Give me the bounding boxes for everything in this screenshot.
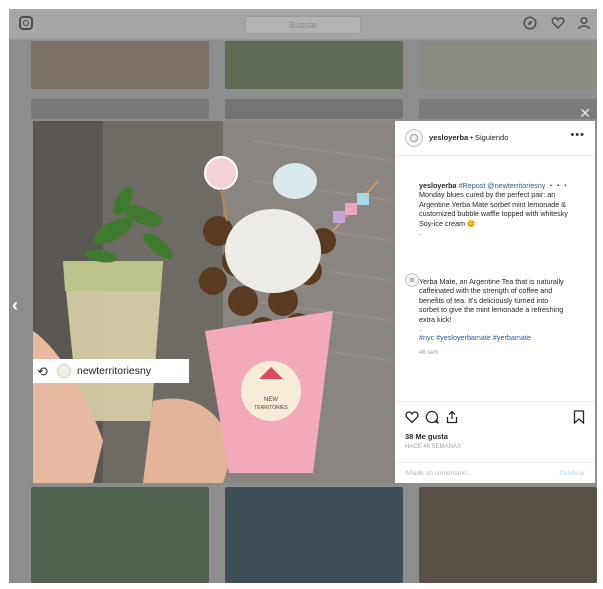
comment: Yerba Mate, an Argentine Tea that is nat…	[419, 277, 569, 358]
post-caption: yesloyerba #Repost @newterritoriesny ・・・…	[419, 181, 569, 237]
post-photo: NEW TERRITORIES	[33, 121, 395, 483]
avatar[interactable]	[405, 129, 423, 147]
instagram-screen: Buscar ✕ ‹ NEW TERRITORIES ⟲ newterritor…	[9, 9, 597, 583]
compass-icon[interactable]	[523, 16, 537, 30]
grid-thumbnail[interactable]	[225, 487, 403, 583]
comment-bubble-icon[interactable]	[425, 410, 440, 426]
repost-avatar	[57, 364, 71, 378]
bookmark-icon[interactable]	[573, 410, 585, 426]
grid-thumbnail[interactable]	[225, 99, 403, 119]
search-input[interactable]: Buscar	[245, 16, 361, 34]
post-username[interactable]: yesloyerba • Siguiendo	[429, 133, 508, 142]
caption-mention[interactable]: @newterritoriesny	[487, 181, 545, 190]
share-icon[interactable]	[445, 410, 459, 426]
post-header: yesloyerba • Siguiendo •••	[395, 121, 595, 156]
grid-thumbnail[interactable]	[419, 99, 597, 119]
heart-icon[interactable]	[551, 16, 565, 30]
top-navigation-bar: Buscar	[9, 9, 597, 40]
comment-avatar[interactable]	[405, 273, 419, 287]
profile-icon[interactable]	[577, 16, 591, 30]
repost-account: newterritoriesny	[77, 365, 152, 377]
publish-button[interactable]: Publicar	[559, 470, 585, 477]
grid-thumbnail[interactable]	[31, 41, 209, 89]
more-options-icon[interactable]: •••	[570, 129, 585, 141]
comment-input-row: Añade un comentario... Publicar	[395, 462, 595, 485]
post-actions: 38 Me gusta HACE 46 SEMANAS Añade un com…	[395, 401, 595, 484]
following-status[interactable]: • Siguiendo	[470, 133, 508, 142]
comment-separator: .	[419, 324, 421, 334]
comment-time: 46 sem	[419, 349, 439, 356]
likes-count[interactable]: 38 Me gusta	[405, 432, 448, 441]
cup-label-line2: TERRITORIES	[254, 405, 288, 411]
caption-hashtag[interactable]: #Repost	[459, 181, 486, 190]
caption-separator: .	[419, 228, 421, 238]
username-text[interactable]: yesloyerba	[429, 133, 468, 142]
previous-arrow-icon[interactable]: ‹	[12, 295, 18, 316]
comment-hashtags[interactable]: #nyc #yesloyerbamate #yerbamate	[419, 333, 569, 342]
caption-username[interactable]: yesloyerba	[419, 181, 457, 190]
repost-icon: ⟲	[37, 364, 48, 379]
post-timestamp: HACE 46 SEMANAS	[405, 444, 462, 450]
grid-thumbnail[interactable]	[225, 41, 403, 89]
like-heart-icon[interactable]	[405, 410, 419, 426]
cup-label-line1: NEW	[264, 397, 278, 403]
close-icon[interactable]: ✕	[579, 105, 591, 122]
grid-thumbnail[interactable]	[31, 487, 209, 583]
grid-thumbnail[interactable]	[419, 41, 597, 89]
post-details-panel: yesloyerba • Siguiendo ••• yesloyerba #R…	[395, 121, 595, 483]
comment-text: Yerba Mate, an Argentine Tea that is nat…	[419, 277, 564, 324]
instagram-icon[interactable]	[19, 16, 33, 30]
grid-thumbnail[interactable]	[419, 487, 597, 583]
grid-thumbnail[interactable]	[31, 99, 209, 119]
add-comment-input[interactable]: Añade un comentario...	[405, 470, 472, 477]
repost-badge: ⟲ newterritoriesny	[33, 359, 189, 383]
